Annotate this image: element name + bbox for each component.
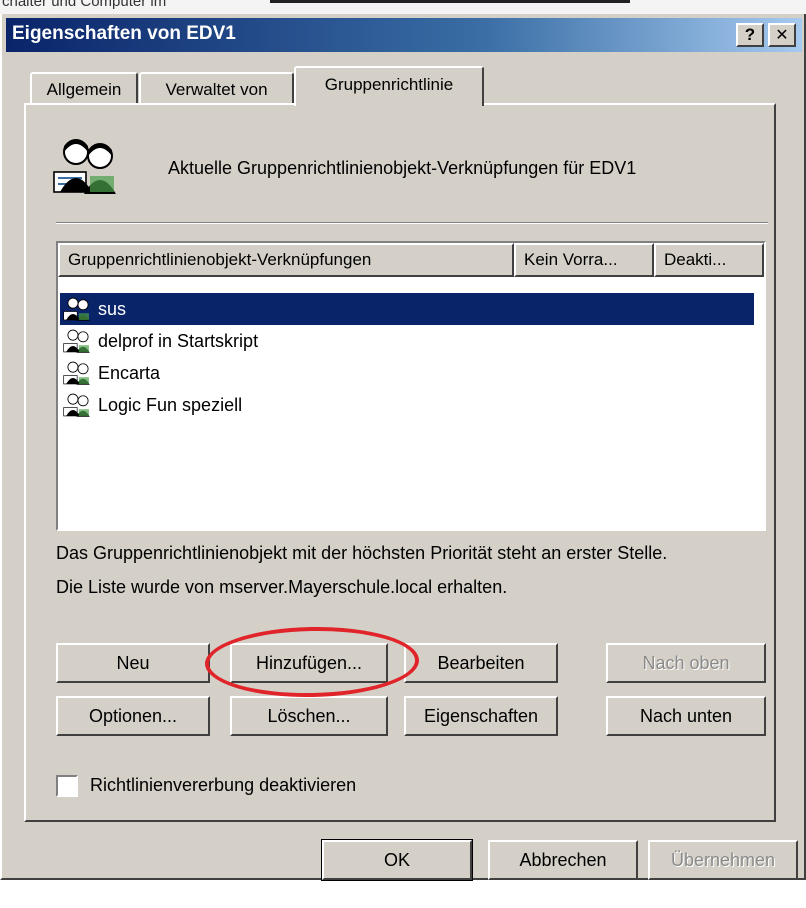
close-button[interactable]: ✕ (768, 23, 796, 47)
delete-button[interactable]: Löschen... (230, 696, 388, 736)
column-header-links[interactable]: Gruppenrichtlinienobjekt-Verknüpfungen (58, 243, 514, 277)
gpo-link-icon (63, 393, 90, 417)
column-label: Gruppenrichtlinienobjekt-Verknüpfungen (68, 250, 372, 269)
cancel-button[interactable]: Abbrechen (488, 840, 638, 880)
list-header: Gruppenrichtlinienobjekt-Verknüpfungen K… (58, 243, 764, 277)
column-header-no-override[interactable]: Kein Vorra... (514, 243, 654, 277)
window-title: Eigenschaften von EDV1 (12, 23, 236, 44)
block-inheritance-checkbox[interactable] (56, 775, 78, 797)
properties-button[interactable]: Eigenschaften (404, 696, 558, 736)
ok-button[interactable]: OK (321, 839, 473, 881)
gpo-link-icon (63, 361, 90, 385)
priority-info-text: Das Gruppenrichtlinienobjekt mit der höc… (56, 543, 668, 563)
close-icon: ✕ (775, 27, 789, 44)
background-window-text: chalter und Computer im (2, 0, 167, 10)
list-item-label: sus (98, 299, 127, 319)
help-button[interactable]: ? (736, 23, 764, 47)
edit-button[interactable]: Bearbeiten (404, 643, 558, 683)
column-header-disabled[interactable]: Deakti... (654, 243, 764, 277)
screen: chalter und Computer im Eigenschaften vo… (0, 0, 806, 908)
tab-label: Allgemein (46, 80, 122, 99)
list-item-label: delprof in Startskript (98, 331, 259, 351)
block-inheritance-label: Richtlinienvererbung deaktivieren (90, 775, 357, 795)
list-item[interactable]: sus (60, 293, 754, 325)
tab-label: Verwaltet von (165, 80, 268, 99)
gpo-links-list[interactable]: Gruppenrichtlinienobjekt-Verknüpfungen K… (56, 241, 766, 531)
help-icon: ? (744, 25, 756, 44)
column-label: Deakti... (664, 250, 727, 269)
source-info-text: Die Liste wurde von mserver.Mayerschule.… (56, 577, 508, 597)
new-button[interactable]: Neu (56, 643, 210, 683)
list-item[interactable]: delprof in Startskript (60, 325, 754, 357)
move-down-button[interactable]: Nach unten (606, 696, 766, 736)
background-window: chalter und Computer im (0, 0, 806, 15)
separator (56, 222, 768, 224)
list-item[interactable]: Logic Fun speziell (60, 389, 754, 421)
options-button[interactable]: Optionen... (56, 696, 210, 736)
move-up-button[interactable]: Nach oben (606, 643, 766, 683)
group-policy-icon (53, 139, 116, 194)
gpo-link-icon (63, 329, 90, 353)
tab-allgemein[interactable]: Allgemein (30, 72, 138, 106)
panel-header-text: Aktuelle Gruppenrichtlinienobjekt-Verknü… (168, 158, 637, 178)
list-item-label: Logic Fun speziell (98, 395, 243, 415)
list-item[interactable]: Encarta (60, 357, 754, 389)
tab-gruppenrichtlinie[interactable]: Gruppenrichtlinie (294, 66, 484, 106)
tab-verwaltet-von[interactable]: Verwaltet von (139, 72, 294, 106)
background-window-bar (270, 0, 630, 3)
column-label: Kein Vorra... (524, 250, 618, 269)
gpo-link-icon (63, 297, 90, 321)
list-item-label: Encarta (98, 363, 161, 383)
apply-button[interactable]: Übernehmen (648, 840, 798, 880)
tab-label: Gruppenrichtlinie (324, 75, 454, 94)
add-button[interactable]: Hinzufügen... (230, 643, 388, 683)
title-bar[interactable]: Eigenschaften von EDV1 ? ✕ (6, 18, 802, 52)
